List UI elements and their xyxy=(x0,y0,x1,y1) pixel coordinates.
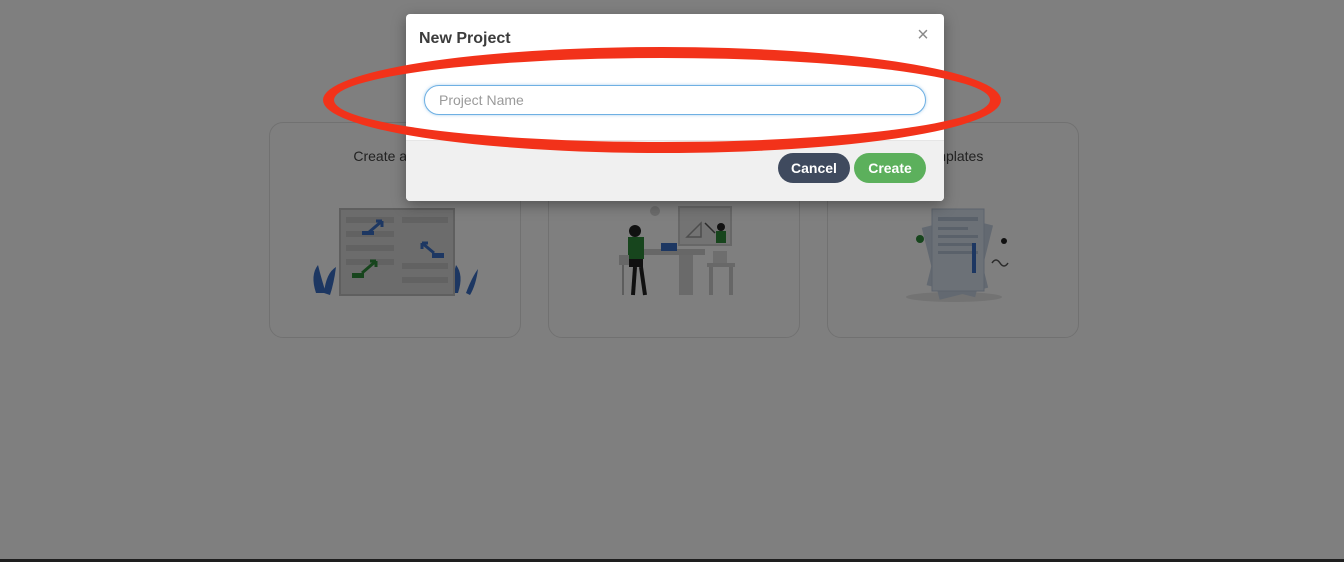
create-button[interactable]: Create xyxy=(854,153,926,183)
cancel-button[interactable]: Cancel xyxy=(778,153,850,183)
close-icon[interactable]: × xyxy=(914,24,932,46)
dialog-header: New Project × xyxy=(406,14,944,74)
dialog-body xyxy=(406,74,944,144)
project-name-input[interactable] xyxy=(424,85,926,115)
dialog-title: New Project xyxy=(419,30,511,47)
new-project-dialog: New Project × Cancel Create xyxy=(406,14,944,201)
dialog-footer: Cancel Create xyxy=(406,140,944,201)
